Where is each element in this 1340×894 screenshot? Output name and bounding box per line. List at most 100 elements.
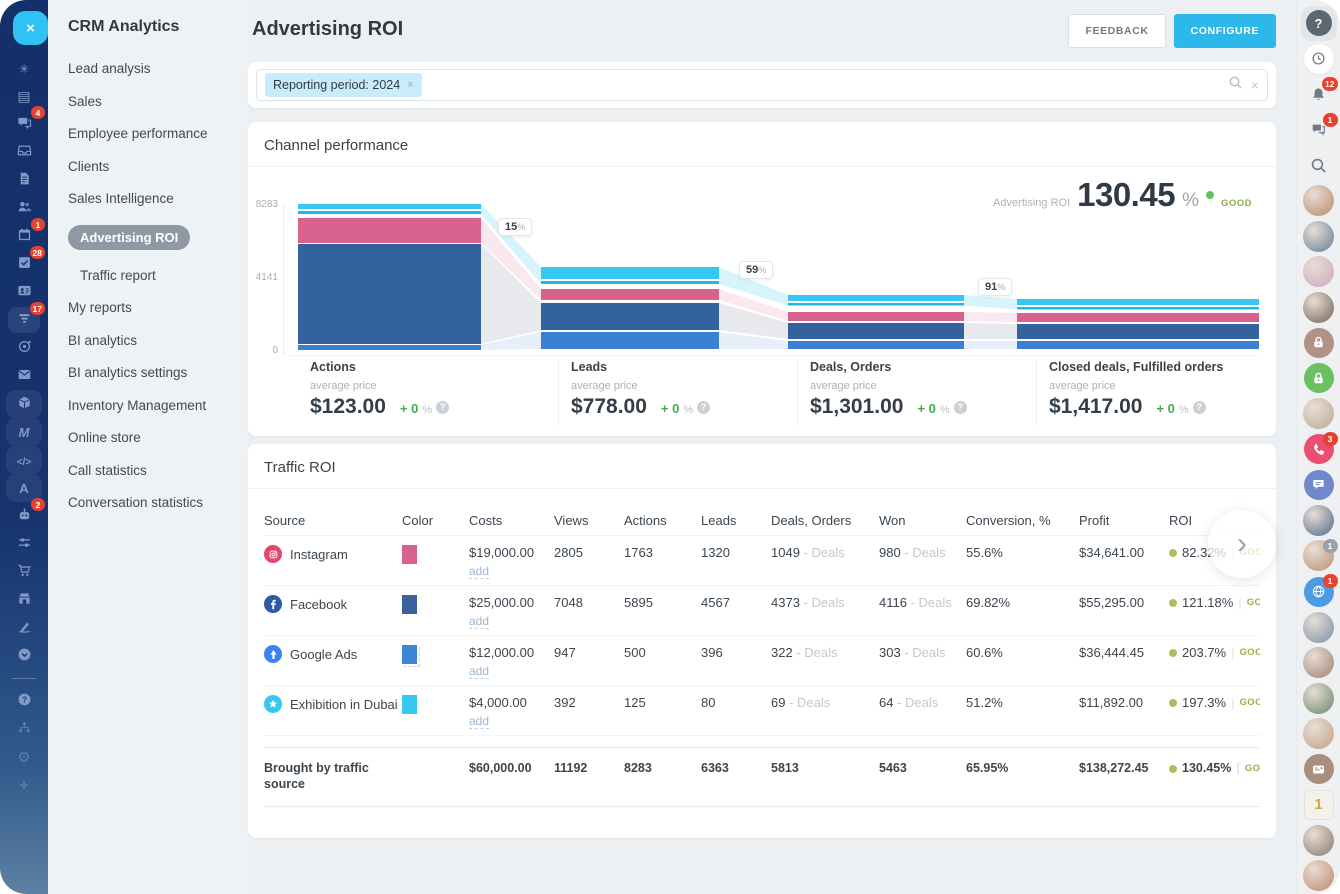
add-link[interactable]: add [469, 564, 489, 579]
right-rail-avatar[interactable] [1301, 716, 1337, 751]
sidebar-item-clients[interactable]: Clients [68, 160, 248, 174]
close-icon[interactable]: × [13, 11, 48, 45]
right-rail-avatar[interactable] [1301, 290, 1337, 325]
carousel-next-button[interactable]: › [1208, 510, 1276, 578]
totals-deals: 5813 [771, 761, 879, 777]
add-link[interactable]: add [469, 614, 489, 629]
average-price-label: average price [810, 380, 1026, 392]
rail-item-funnel[interactable]: 17 [6, 306, 42, 334]
rail-item-chevron-down[interactable] [6, 642, 42, 670]
right-rail-avatar[interactable] [1301, 184, 1337, 219]
sidebar-menu: Lead analysis Sales Employee performance Cl… [68, 62, 248, 510]
sidebar-item-inventory-management[interactable]: Inventory Management [68, 399, 248, 413]
rail-item-document[interactable] [6, 166, 42, 194]
rail-item-sign[interactable] [6, 614, 42, 642]
avatar [1303, 718, 1334, 749]
rail-item-loader[interactable]: ✳ [6, 54, 42, 82]
actions-cell: 125 [624, 695, 701, 710]
right-rail-avatar[interactable] [1301, 219, 1337, 254]
right-rail-avatar[interactable] [1301, 858, 1337, 893]
right-rail-notifications[interactable]: 12 [1301, 77, 1337, 112]
sidebar-item-sales-intelligence[interactable]: Sales Intelligence [68, 192, 248, 206]
info-icon[interactable]: ? [1193, 401, 1206, 414]
sidebar-item-sales[interactable]: Sales [68, 95, 248, 109]
table-row: Facebook$25,000.00add7048589545674373 - … [264, 586, 1260, 636]
right-rail-chat[interactable] [1301, 468, 1337, 503]
right-rail-history[interactable] [1301, 42, 1337, 77]
right-rail-phone[interactable]: 3 [1301, 432, 1337, 467]
sidebar-item-online-store[interactable]: Online store [68, 431, 248, 445]
rail-item-plus[interactable]: + [6, 771, 42, 799]
rail-item-sliders[interactable] [6, 530, 42, 558]
notification-badge: 2 [31, 498, 45, 511]
right-rail-avatar[interactable] [1301, 503, 1337, 538]
roi-status-badge: GOOD [1239, 697, 1260, 708]
right-rail-avatar[interactable]: 1 [1301, 539, 1337, 574]
color-swatch[interactable] [402, 645, 417, 664]
info-icon[interactable]: ? [697, 401, 710, 414]
right-rail-help[interactable]: ? [1301, 6, 1337, 41]
sidebar-item-conversation-statistics[interactable]: Conversation statistics [68, 496, 248, 510]
stage-metric: Actionsaverage price$123.00+ 0%? [310, 360, 558, 426]
channel-title: Channel performance [248, 122, 1276, 154]
right-rail-avatar[interactable] [1301, 681, 1337, 716]
rail-item-code[interactable]: </> [6, 446, 42, 474]
rail-item-target[interactable] [6, 334, 42, 362]
rail-item-box[interactable] [6, 390, 42, 418]
feedback-button[interactable]: FEEDBACK [1068, 14, 1165, 48]
sidebar-item-call-statistics[interactable]: Call statistics [68, 464, 248, 478]
right-rail-avatar[interactable] [1301, 397, 1337, 432]
configure-button[interactable]: CONFIGURE [1174, 14, 1276, 48]
filter-chip-label: Reporting period: 2024 [273, 78, 400, 92]
right-rail-card[interactable] [1301, 752, 1337, 787]
a-letter-icon: A [19, 480, 28, 496]
rail-item-store[interactable] [6, 586, 42, 614]
search-icon[interactable] [1228, 75, 1243, 95]
rail-item-inbox[interactable] [6, 138, 42, 166]
sidebar-item-lead-analysis[interactable]: Lead analysis [68, 62, 248, 76]
right-rail-messenger[interactable]: 1 [1301, 113, 1337, 148]
rail-item-help[interactable]: ? [6, 687, 42, 715]
source-cell: Google Ads [264, 645, 402, 663]
rail-item-m-logo[interactable]: M [6, 418, 42, 446]
rail-item-gear[interactable]: ⚙ [6, 743, 42, 771]
rail-item-mail[interactable] [6, 362, 42, 390]
sidebar-item-bi-analytics[interactable]: BI analytics [68, 334, 248, 348]
filter-chip[interactable]: Reporting period: 2024 × [265, 73, 422, 97]
right-rail-avatar[interactable] [1301, 645, 1337, 680]
rail-item-robot[interactable]: 2 [6, 502, 42, 530]
rail-item-sitemap[interactable] [6, 715, 42, 743]
rail-item-chat[interactable]: 4 [6, 110, 42, 138]
rail-item-cart[interactable] [6, 558, 42, 586]
add-link[interactable]: add [469, 664, 489, 679]
right-rail-avatar[interactable] [1301, 255, 1337, 290]
page-title: Advertising ROI [252, 18, 403, 41]
clear-filter-icon[interactable]: × [1251, 77, 1259, 93]
right-rail-avatar[interactable] [1301, 610, 1337, 645]
funnel-svg [284, 204, 1259, 356]
sidebar-item-employee-performance[interactable]: Employee performance [68, 127, 248, 141]
info-icon[interactable]: ? [436, 401, 449, 414]
right-rail-sticker[interactable]: 1 [1301, 787, 1337, 822]
sidebar-item-my-reports[interactable]: My reports [68, 301, 248, 315]
right-rail-search[interactable] [1301, 148, 1337, 183]
chip-close-icon[interactable]: × [407, 79, 413, 91]
gear-icon: ⚙ [17, 748, 30, 766]
right-rail-lock[interactable] [1301, 361, 1337, 396]
add-link[interactable]: add [469, 714, 489, 729]
stage-metric: Leadsaverage price$778.00+ 0%? [558, 360, 797, 426]
right-rail-globe[interactable]: 1 [1301, 574, 1337, 609]
color-swatch[interactable] [402, 695, 417, 714]
filter-input[interactable]: Reporting period: 2024 × × [256, 69, 1268, 101]
delta-unit: % [1179, 404, 1189, 416]
average-price-value: $778.00 [571, 395, 647, 419]
right-rail-lock[interactable] [1301, 326, 1337, 361]
color-swatch[interactable] [402, 595, 417, 614]
right-rail-avatar[interactable] [1301, 823, 1337, 858]
sidebar-item-advertising-roi[interactable]: Advertising ROI [68, 225, 248, 250]
rail-item-tasks[interactable]: 28 [6, 250, 42, 278]
info-icon[interactable]: ? [954, 401, 967, 414]
sidebar-item-bi-analytics-settings[interactable]: BI analytics settings [68, 366, 248, 380]
color-swatch[interactable] [402, 545, 417, 564]
sidebar-item-traffic-report[interactable]: Traffic report [68, 269, 248, 283]
